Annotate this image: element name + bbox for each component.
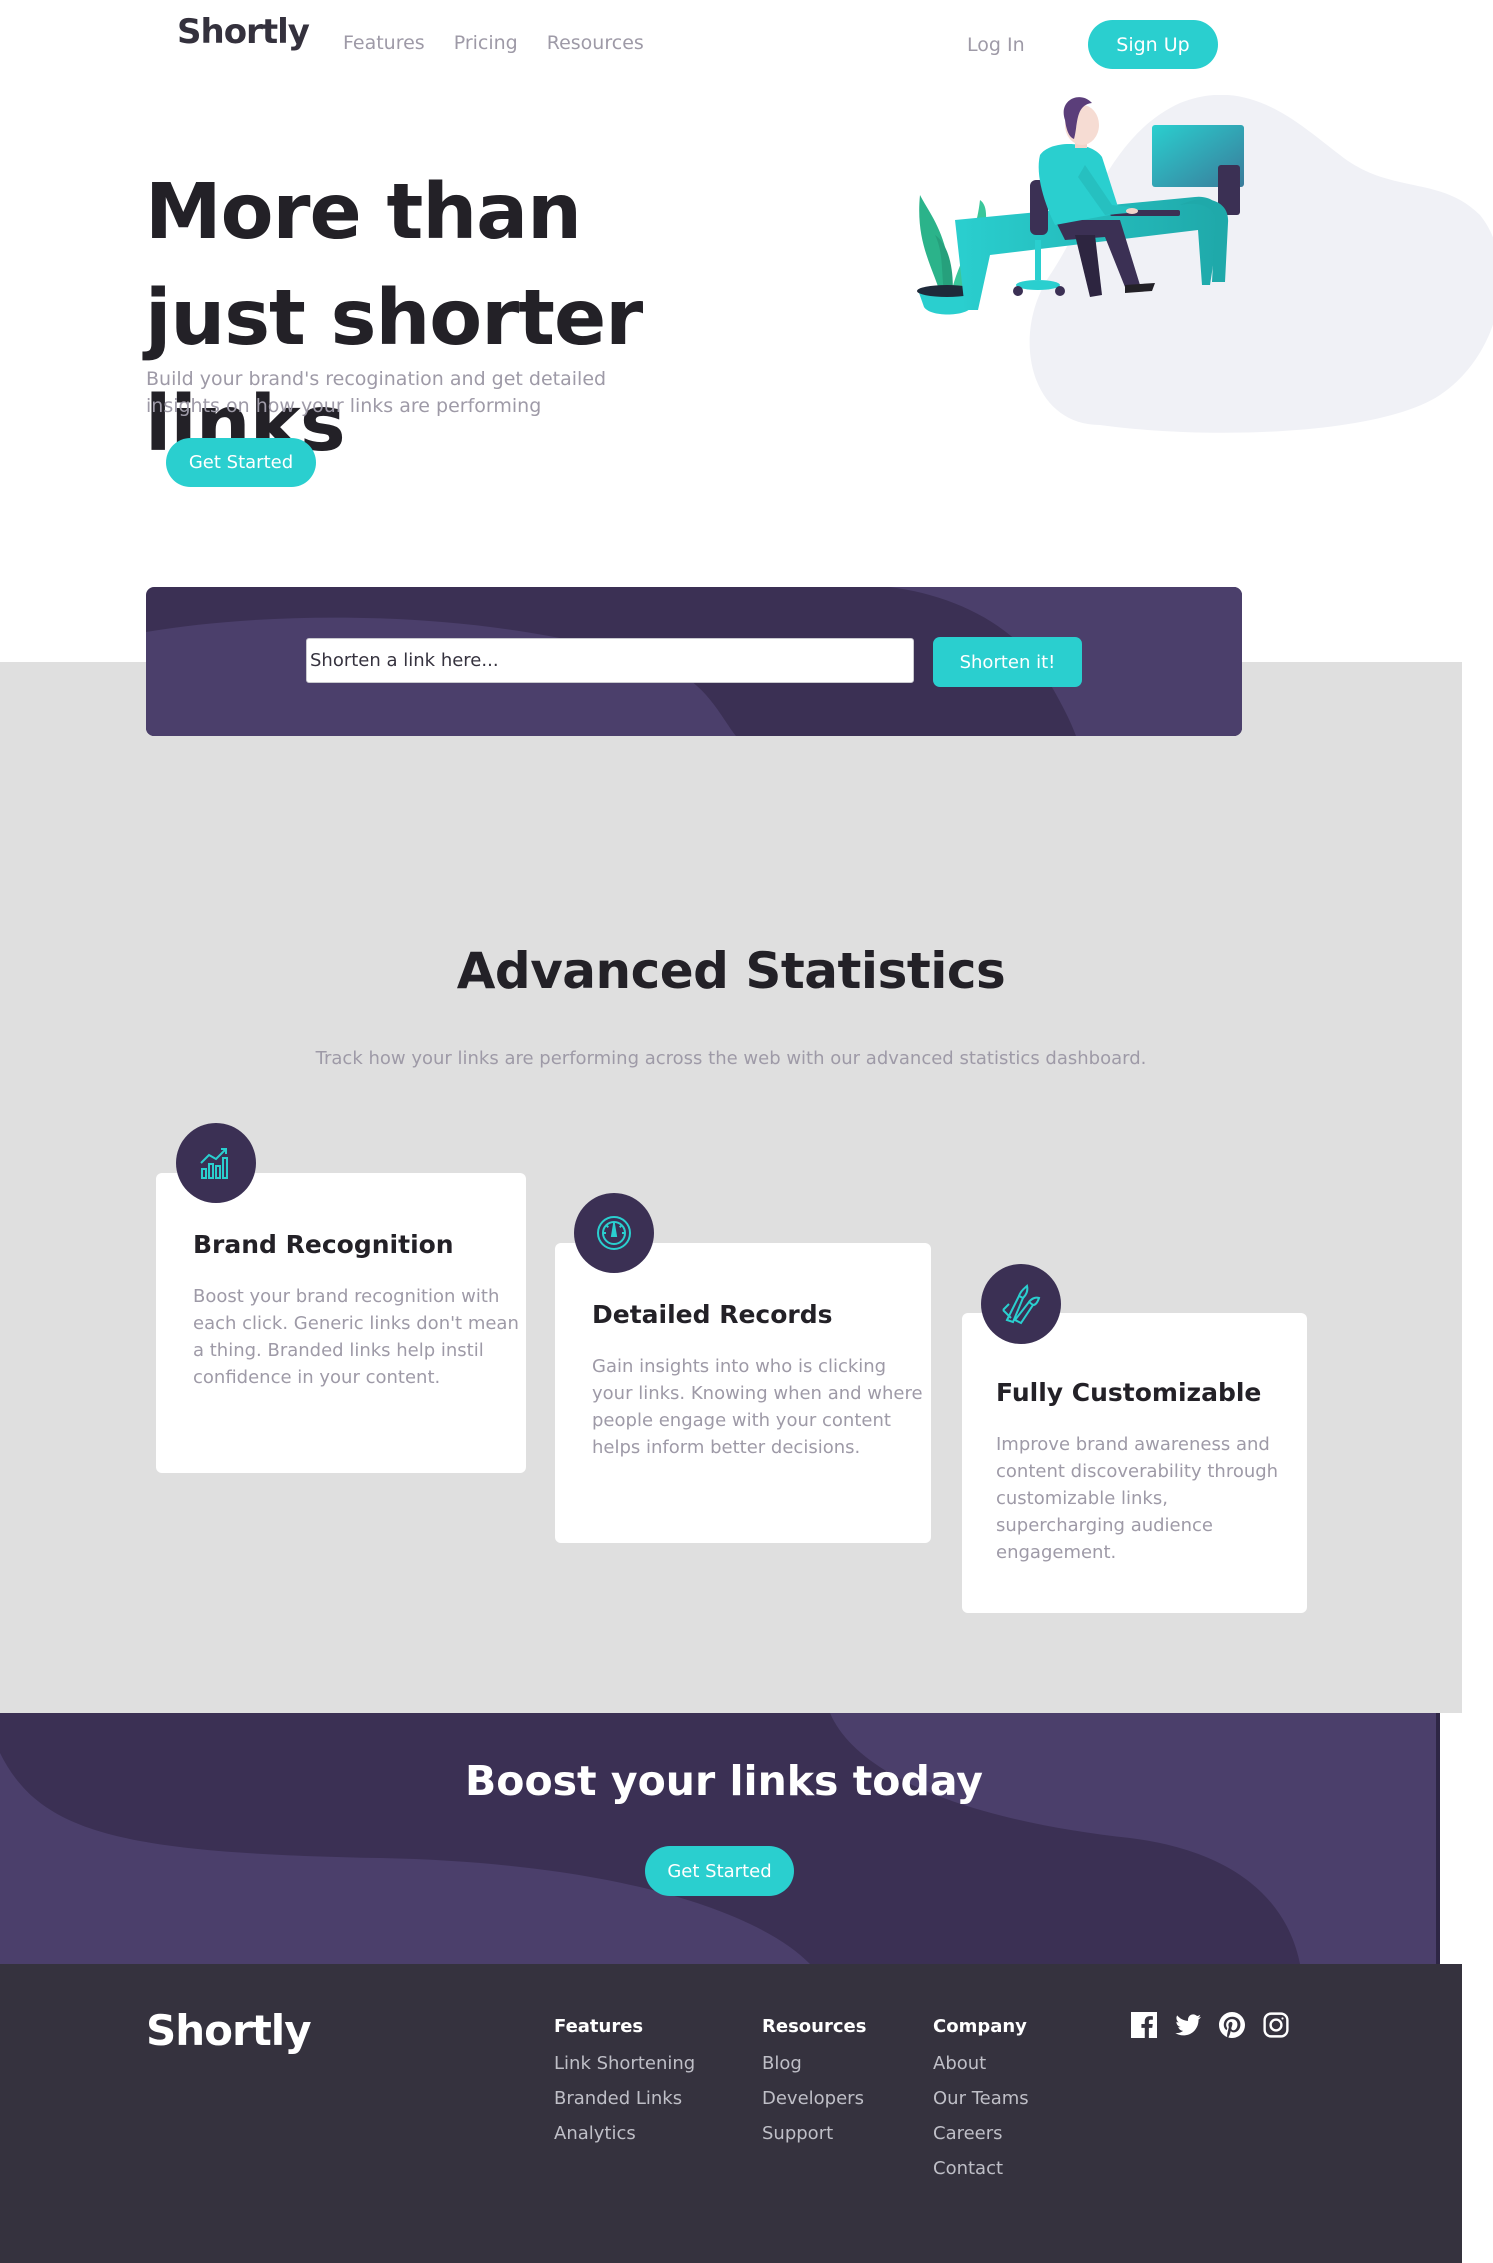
footer: Shortly Features Link Shortening Branded… (0, 1964, 1462, 2263)
footer-link-careers[interactable]: Careers (933, 2123, 1029, 2144)
footer-heading: Resources (762, 2016, 867, 2037)
working-illustration (917, 95, 1493, 433)
footer-link-blog[interactable]: Blog (762, 2053, 866, 2074)
footer-link-developers[interactable]: Developers (762, 2088, 866, 2109)
social-links (1131, 2012, 1291, 2040)
footer-link-about[interactable]: About (933, 2053, 1029, 2074)
boost-background-shape (0, 1713, 1440, 1964)
card-text: Improve brand awareness and content disc… (996, 1434, 1279, 1563)
shorten-form: Shorten it! (146, 587, 1242, 736)
twitter-icon[interactable] (1175, 2012, 1203, 2040)
footer-link-contact[interactable]: Contact (933, 2158, 1029, 2179)
signup-button[interactable]: Sign Up (1088, 20, 1218, 69)
footer-column-features: Features Link Shortening Branded Links A… (554, 2016, 695, 2158)
footer-column-company: Company About Our Teams Careers Contact (933, 2016, 1029, 2193)
boost-title: Boost your links today (465, 1757, 983, 1805)
hero-title: More than just shorter links (145, 168, 643, 469)
chart-icon (176, 1123, 256, 1203)
card-text: Gain insights into who is clicking your … (592, 1356, 923, 1458)
footer-heading: Features (554, 2016, 644, 2037)
nav-links: Features Pricing Resources (343, 32, 644, 54)
shorten-button[interactable]: Shorten it! (933, 637, 1082, 687)
statistics-title: Advanced Statistics (456, 942, 1006, 1000)
card-fully-customizable: Fully Customizable Improve brand awarene… (962, 1313, 1307, 1613)
footer-logo[interactable]: Shortly (146, 2006, 312, 2055)
boost-get-started-button[interactable]: Get Started (645, 1846, 794, 1896)
shorten-input[interactable] (306, 638, 914, 683)
hero-subtitle: Build your brand's recogination and get … (146, 368, 607, 417)
nav-link-pricing[interactable]: Pricing (454, 32, 518, 54)
card-brand-recognition: Brand Recognition Boost your brand recog… (156, 1173, 526, 1473)
boost-section: Boost your links today Get Started (0, 1713, 1440, 1964)
brushes-icon (981, 1264, 1061, 1344)
footer-link-our-teams[interactable]: Our Teams (933, 2088, 1029, 2109)
instagram-icon[interactable] (1263, 2012, 1291, 2040)
boost-edge (1440, 1713, 1462, 1964)
top-nav: Shortly Features Pricing Resources Log I… (0, 0, 1493, 90)
footer-link-analytics[interactable]: Analytics (554, 2123, 695, 2144)
login-link[interactable]: Log In (967, 34, 1025, 56)
card-title: Fully Customizable (996, 1378, 1262, 1407)
nav-link-resources[interactable]: Resources (547, 32, 644, 54)
statistics-subtitle: Track how your links are performing acro… (315, 1048, 1147, 1069)
pinterest-icon[interactable] (1219, 2012, 1247, 2040)
card-title: Brand Recognition (193, 1230, 454, 1259)
card-detailed-records: Detailed Records Gain insights into who … (555, 1243, 931, 1543)
gauge-icon (574, 1193, 654, 1273)
footer-column-resources: Resources Blog Developers Support (762, 2016, 866, 2158)
card-title: Detailed Records (592, 1300, 833, 1329)
footer-link-support[interactable]: Support (762, 2123, 866, 2144)
logo[interactable]: Shortly (177, 12, 310, 52)
footer-link-branded-links[interactable]: Branded Links (554, 2088, 695, 2109)
facebook-icon[interactable] (1131, 2012, 1159, 2040)
hero-get-started-button[interactable]: Get Started (166, 438, 316, 487)
footer-heading: Company (933, 2016, 1027, 2037)
nav-link-features[interactable]: Features (343, 32, 425, 54)
footer-link-link-shortening[interactable]: Link Shortening (554, 2053, 695, 2074)
card-text: Boost your brand recognition with each c… (193, 1286, 519, 1388)
